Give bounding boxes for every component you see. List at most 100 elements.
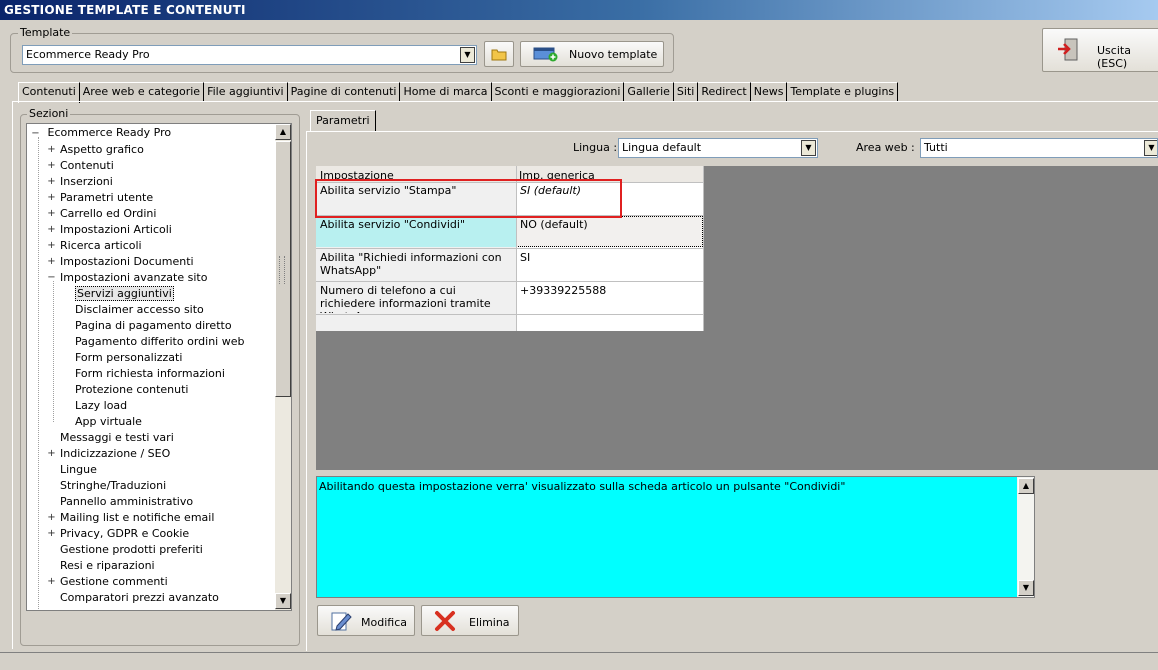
scroll-up-icon[interactable]: ▲ (275, 124, 291, 140)
tab-news[interactable]: News (750, 82, 788, 101)
scroll-up-icon[interactable]: ▲ (1018, 478, 1034, 494)
expand-icon[interactable]: + (47, 193, 56, 203)
grid-hline (316, 281, 704, 282)
tree-item-label: Lingue (60, 463, 97, 476)
template-group-label: Template (18, 26, 73, 39)
tree-item[interactable]: Gestione prodotti preferiti (60, 542, 203, 558)
tree-item-label: Comparatori prezzi avanzato (60, 591, 219, 604)
expand-icon[interactable]: + (47, 241, 56, 251)
expand-icon[interactable]: + (47, 577, 56, 587)
open-folder-button[interactable] (484, 41, 514, 67)
tree-item-label: Carrello ed Ordini (60, 207, 157, 220)
tree-item-label: Lazy load (75, 399, 128, 412)
exit-door-icon (1058, 38, 1078, 61)
modifica-button[interactable]: Modifica (317, 605, 415, 636)
tree-item-label: Privacy, GDPR e Cookie (60, 527, 190, 540)
expand-icon[interactable]: + (47, 529, 56, 539)
tree-item-label: Messaggi e testi vari (60, 431, 174, 444)
tab-file-aggiuntivi[interactable]: File aggiuntivi (204, 82, 288, 101)
tab-home-marca[interactable]: Home di marca (400, 82, 492, 101)
tree-item[interactable]: Resi e riparazioni (60, 558, 155, 574)
expand-icon[interactable]: + (47, 177, 56, 187)
exit-button[interactable]: Uscita (ESC) (1042, 28, 1158, 72)
tree-item[interactable]: App virtuale (75, 414, 142, 430)
tab-contenuti[interactable]: Contenuti (18, 82, 80, 103)
row-condividi-value[interactable]: NO (default) (517, 217, 703, 247)
scroll-down-icon[interactable]: ▼ (275, 593, 291, 609)
tree-item[interactable]: Gestione commenti (60, 574, 168, 590)
tab-pagine-contenuti[interactable]: Pagine di contenuti (287, 82, 401, 101)
tree-item[interactable]: Stringhe/Traduzioni (60, 478, 166, 494)
scroll-down-icon[interactable]: ▼ (1018, 580, 1034, 596)
tree-item[interactable]: Mailing list e notifiche email (60, 510, 214, 526)
tree-item[interactable]: Lazy load (75, 398, 127, 414)
template-select[interactable]: Ecommerce Ready Pro ▼ (22, 45, 477, 65)
tree-item[interactable]: Impostazioni Documenti (60, 254, 194, 270)
tree-item-label: Form richiesta informazioni (75, 367, 225, 380)
elimina-button[interactable]: Elimina (421, 605, 519, 636)
tree-item[interactable]: Protezione contenuti (75, 382, 188, 398)
tab-siti[interactable]: Siti (673, 82, 699, 101)
tree-item[interactable]: Form personalizzati (75, 350, 182, 366)
lingua-label: Lingua : (573, 141, 618, 154)
tree-item[interactable]: Pagina di pagamento diretto (75, 318, 232, 334)
row-phone-setting[interactable]: Numero di telefono a cui richiedere info… (317, 283, 515, 313)
tree-item[interactable]: Privacy, GDPR e Cookie (60, 526, 189, 542)
tree-item[interactable]: Aspetto grafico (60, 142, 144, 158)
tree-item-label: Pannello amministrativo (60, 495, 194, 508)
chevron-down-icon[interactable]: ▼ (1144, 140, 1157, 156)
tree-item[interactable]: Indicizzazione / SEO (60, 446, 170, 462)
tab-gallerie[interactable]: Gallerie (624, 82, 674, 101)
tree-item-label: Contenuti (60, 159, 114, 172)
edit-icon (331, 612, 352, 631)
tree-item[interactable]: Comparatori prezzi avanzato (60, 590, 219, 606)
tree-item-label: Impostazioni Articoli (60, 223, 172, 236)
tree-item-label: Aspetto grafico (60, 143, 144, 156)
expand-icon[interactable]: + (47, 225, 56, 235)
new-template-button[interactable]: Nuovo template (520, 41, 664, 67)
description-memo[interactable]: Abilitando questa impostazione verra' vi… (316, 476, 1035, 598)
expand-icon[interactable]: + (47, 449, 56, 459)
tree-root[interactable]: − Ecommerce Ready Pro (31, 125, 171, 141)
row-whatsapp-value[interactable]: SI (517, 250, 703, 280)
tree-item[interactable]: Ricerca articoli (60, 238, 142, 254)
chevron-down-icon[interactable]: ▼ (801, 140, 816, 156)
tab-parametri[interactable]: Parametri (310, 110, 376, 131)
window-title: GESTIONE TEMPLATE E CONTENUTI (0, 0, 1158, 20)
tab-aree-web[interactable]: Aree web e categorie (79, 82, 205, 101)
tree-item[interactable]: Impostazioni avanzate sito (60, 270, 207, 286)
tree-item[interactable]: Impostazioni Articoli (60, 222, 172, 238)
tree-item[interactable]: Inserzioni (60, 174, 113, 190)
sections-tree[interactable]: − Ecommerce Ready Pro Aspetto grafico + Co… (26, 123, 292, 611)
collapse-icon[interactable]: − (31, 129, 40, 139)
tree-item[interactable]: Contenuti (60, 158, 114, 174)
tree-item[interactable]: Pannello amministrativo (60, 494, 193, 510)
expand-icon[interactable]: + (47, 209, 56, 219)
tab-redirect[interactable]: Redirect (698, 82, 751, 101)
expand-icon[interactable]: + (47, 145, 56, 155)
tree-item[interactable]: Parametri utente (60, 190, 153, 206)
area-web-select[interactable]: Tutti ▼ (920, 138, 1158, 158)
tree-item[interactable]: Form richiesta informazioni (75, 366, 225, 382)
tree-line (38, 137, 39, 610)
row-phone-value[interactable]: +39339225588 (517, 283, 703, 313)
tree-item[interactable]: Pagamento differito ordini web (75, 334, 244, 350)
tree-item[interactable]: Lingue (60, 462, 97, 478)
tree-item[interactable]: Disclaimer accesso sito (75, 302, 204, 318)
splitter-grip[interactable] (279, 256, 285, 284)
row-whatsapp-setting[interactable]: Abilita "Richiedi informazioni con Whats… (317, 250, 515, 280)
memo-scrollbar[interactable] (1017, 477, 1034, 597)
expand-icon[interactable]: + (47, 161, 56, 171)
expand-icon[interactable]: + (47, 513, 56, 523)
tree-item[interactable]: Carrello ed Ordini (60, 206, 156, 222)
tab-sconti[interactable]: Sconti e maggiorazioni (491, 82, 625, 101)
collapse-icon[interactable]: − (47, 273, 56, 283)
row-condividi-setting[interactable]: Abilita servizio "Condividi" (317, 217, 515, 247)
tab-template-plugins[interactable]: Template e plugins (787, 82, 899, 101)
tree-item[interactable]: Messaggi e testi vari (60, 430, 174, 446)
tree-item-label: Inserzioni (60, 175, 113, 188)
lingua-select[interactable]: Lingua default ▼ (618, 138, 818, 158)
expand-icon[interactable]: + (47, 257, 56, 267)
chevron-down-icon[interactable]: ▼ (460, 47, 475, 63)
tree-item[interactable]: Servizi aggiuntivi (75, 286, 174, 302)
